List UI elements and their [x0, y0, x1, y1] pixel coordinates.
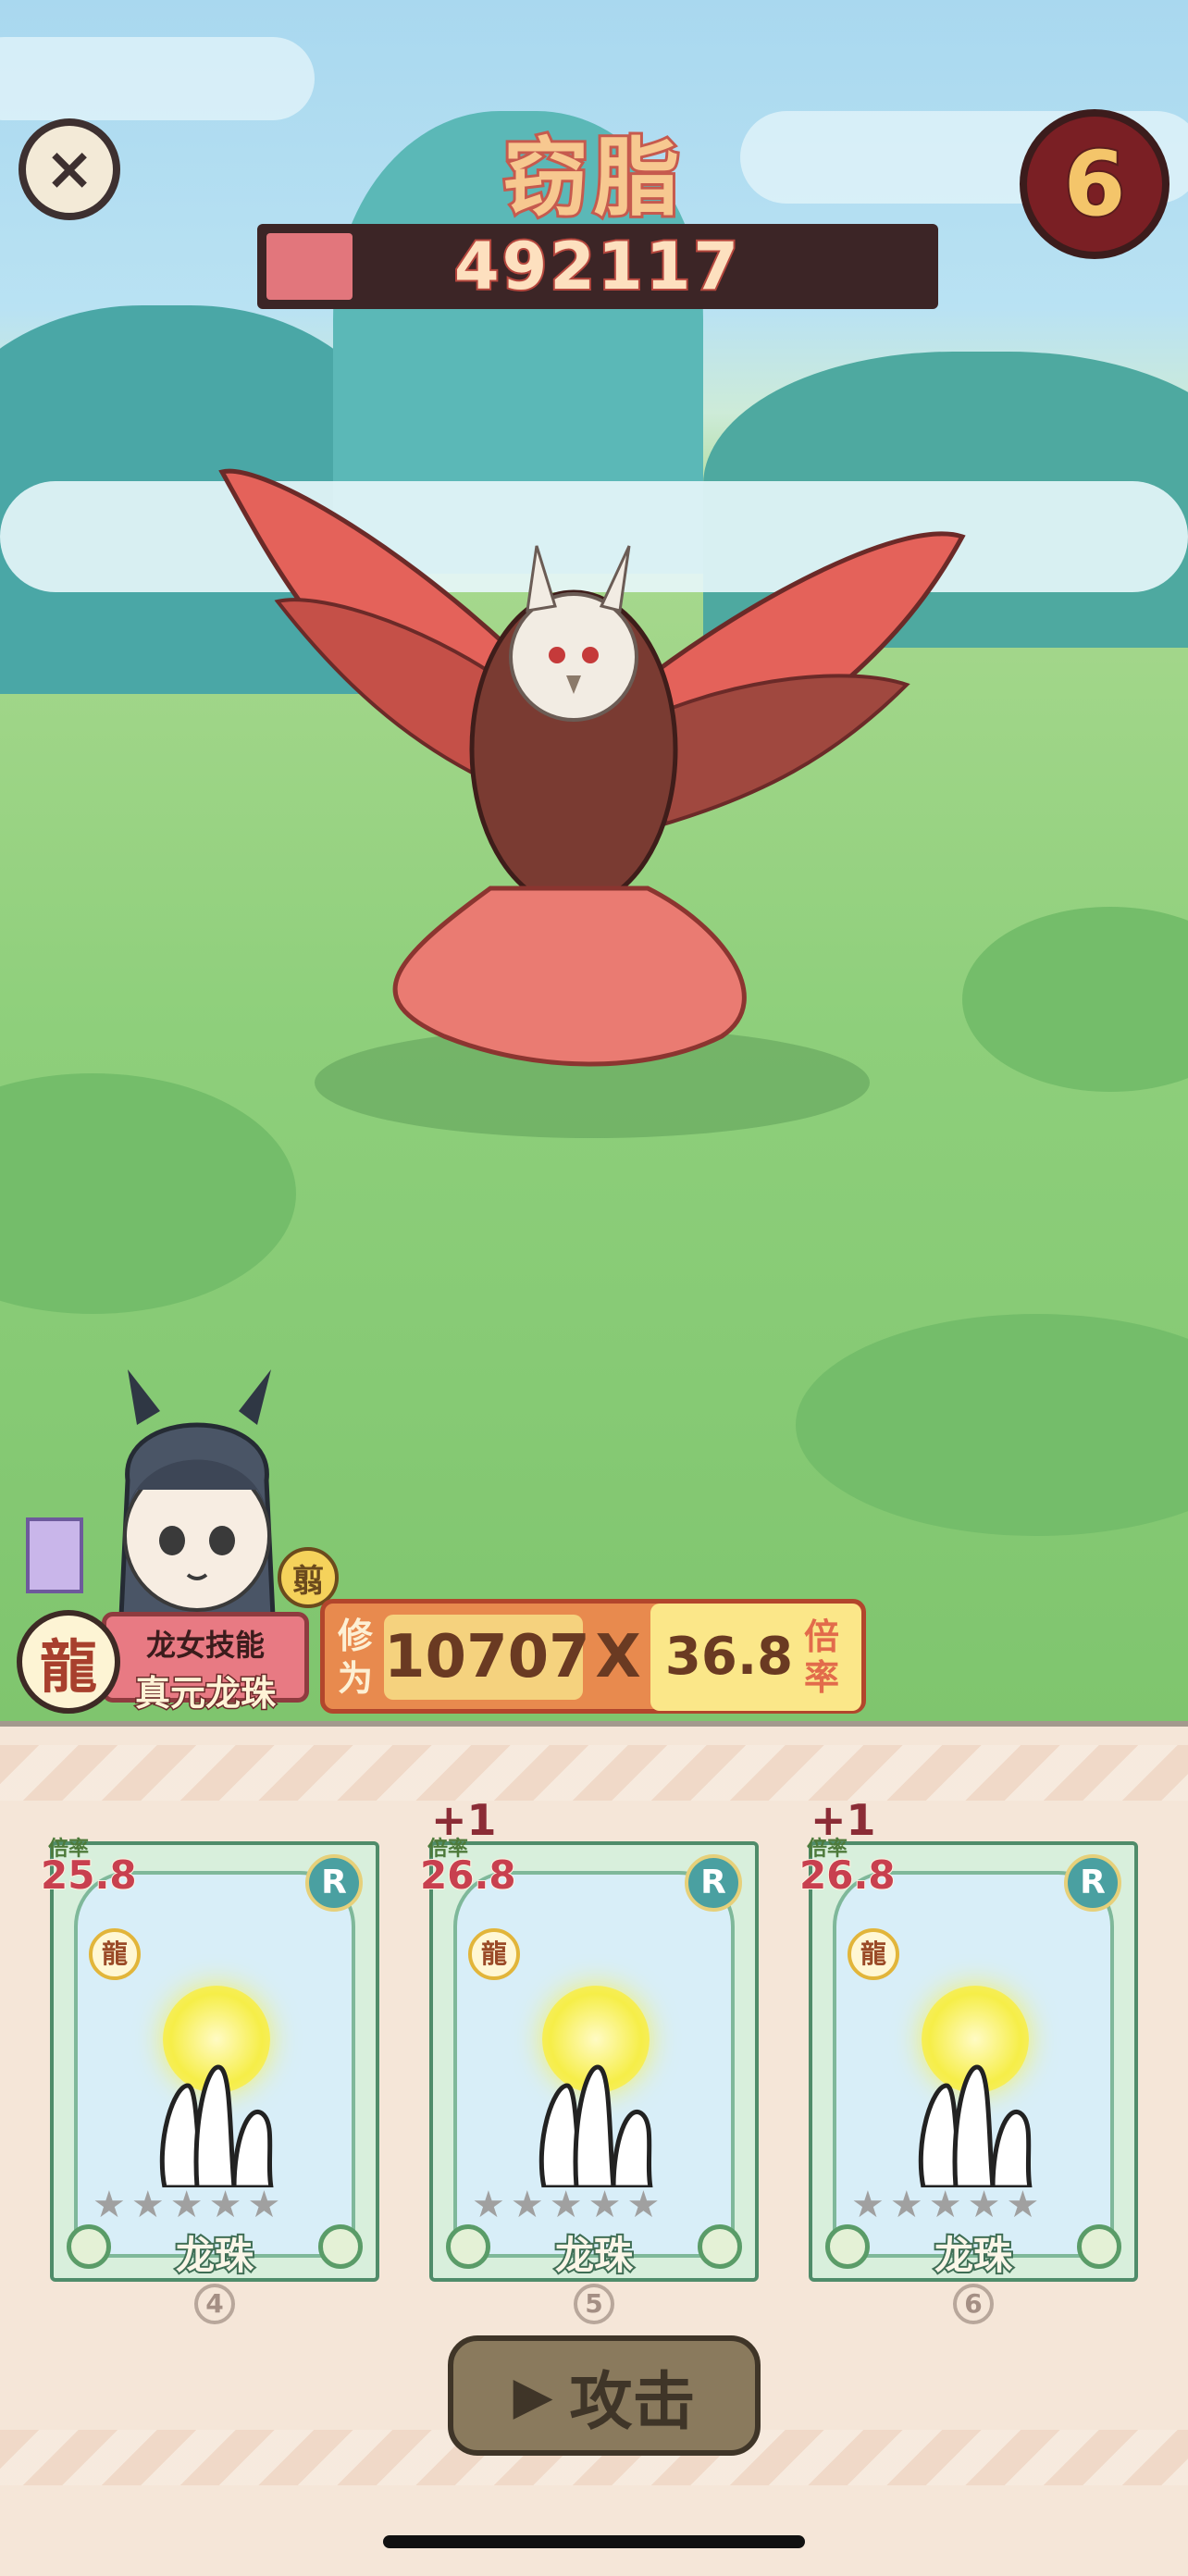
card-element-badge: 龍 [89, 1928, 141, 1980]
star-icon: ★★★★★ [851, 2184, 1046, 2226]
multiply-sign: X [595, 1623, 641, 1691]
card-number: 4 [194, 2284, 235, 2324]
round-counter: 6 [1020, 109, 1169, 259]
card-longzhu[interactable]: 倍率 26.8 R 龍 ★★★★★ 龙珠 [419, 1838, 759, 2282]
attack-button[interactable]: ▶ 攻击 [448, 2335, 761, 2456]
star-icon: ★★★★★ [472, 2184, 666, 2226]
card-rate: 25.8 [40, 1852, 138, 1899]
beilv-box: 36.8 倍率 [650, 1604, 861, 1711]
hero-skill-label[interactable]: 龙女技能 真元龙珠 [102, 1612, 309, 1715]
xiuwei-value: 10707 [384, 1615, 590, 1700]
card-icon[interactable] [26, 1517, 83, 1593]
star-icon: ★★★★★ [93, 2184, 287, 2226]
card-name: 龙珠 [553, 2231, 635, 2280]
boss-name: 窃脂 [501, 126, 685, 230]
card-longzhu[interactable]: 倍率 25.8 R 龍 ★★★★★ 龙珠 [40, 1838, 379, 2282]
boss-creature[interactable] [204, 407, 999, 1166]
beilv-value: 36.8 [664, 1627, 794, 1687]
close-icon: × [44, 135, 94, 204]
card-play-icon: ▶ [513, 2365, 553, 2426]
skill-title: 龙女技能 [145, 1628, 265, 1663]
card-rank-badge: R [685, 1854, 742, 1912]
card-rank-badge: R [305, 1854, 363, 1912]
card-number: 5 [574, 2284, 614, 2324]
close-button[interactable]: × [19, 118, 120, 220]
claw-icon [918, 2064, 1033, 2187]
round-number: 6 [1062, 130, 1128, 238]
xiuwei-label: 修为 [338, 1616, 374, 1699]
claw-icon [538, 2064, 653, 2187]
card-element-badge: 龍 [848, 1928, 899, 1980]
card-number: 6 [953, 2284, 994, 2324]
cloud [0, 37, 315, 120]
card-rate: 26.8 [798, 1852, 897, 1899]
hero-element-badge: 龍 [17, 1610, 120, 1714]
card-rank-badge: R [1064, 1854, 1121, 1912]
card-element-badge: 龍 [468, 1928, 520, 1980]
boss-hp-value: 492117 [452, 227, 742, 306]
card-rate: 26.8 [419, 1852, 517, 1899]
boss-hp-bar: 492117 [257, 224, 938, 309]
card-name: 龙珠 [174, 2231, 255, 2280]
score-panel: 修为 10707 X 36.8 倍率 [320, 1599, 866, 1714]
attack-label: 攻击 [569, 2365, 696, 2439]
home-indicator[interactable] [383, 2535, 805, 2548]
tray-pattern [0, 1745, 1188, 1801]
beilv-label: 倍率 [804, 1616, 840, 1698]
card-name: 龙珠 [933, 2231, 1014, 2280]
grass-mound [796, 1314, 1188, 1536]
card-longzhu[interactable]: 倍率 26.8 R 龍 ★★★★★ 龙珠 [798, 1838, 1138, 2282]
skill-name: 真元龙珠 [133, 1672, 277, 1715]
claw-icon [159, 2064, 274, 2187]
